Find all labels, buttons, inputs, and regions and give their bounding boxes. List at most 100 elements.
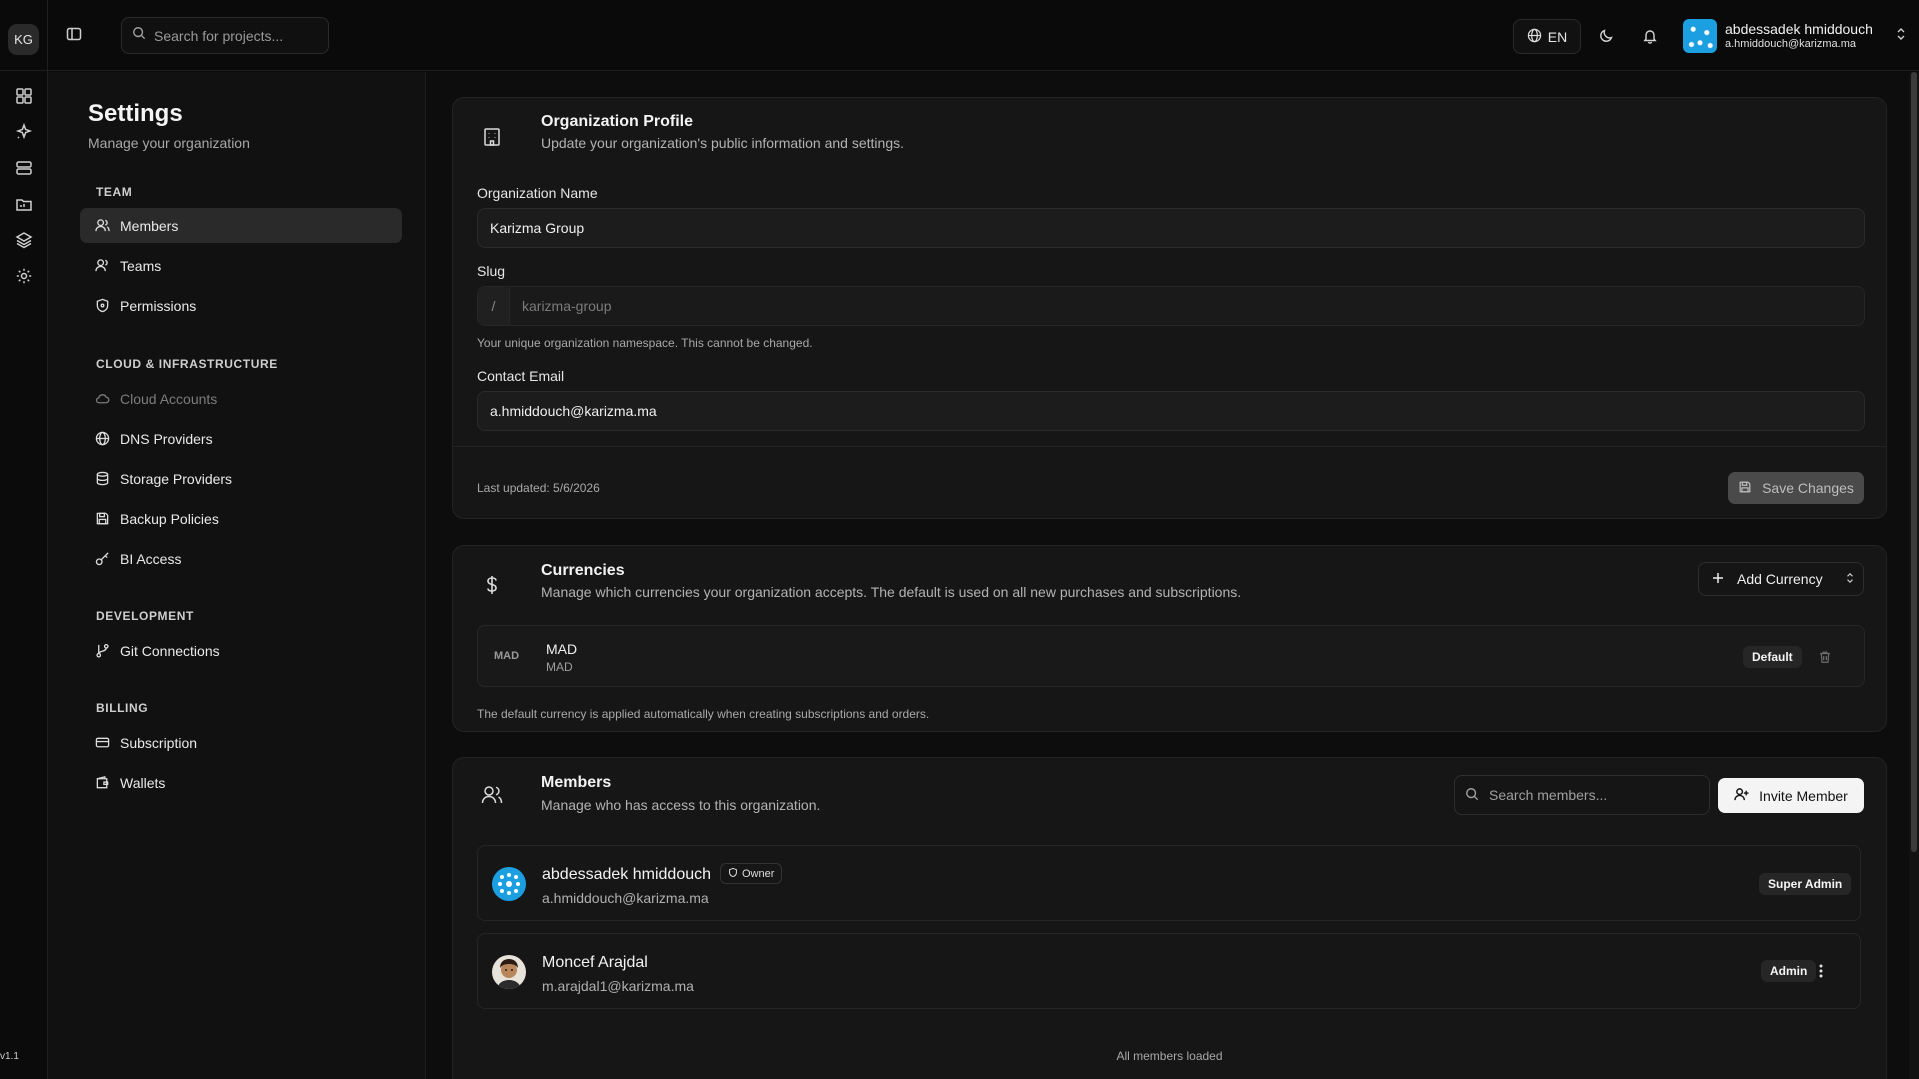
invite-member-button[interactable]: Invite Member <box>1718 778 1864 813</box>
last-updated-text: Last updated: 5/6/2026 <box>477 481 600 495</box>
credit-card-icon <box>94 735 110 751</box>
bell-icon[interactable] <box>1638 24 1662 48</box>
sidebar-item-backup-policies[interactable]: Backup Policies <box>80 501 402 536</box>
save-changes-button[interactable]: Save Changes <box>1728 472 1864 504</box>
settings-subtitle: Manage your organization <box>88 135 250 151</box>
settings-title: Settings <box>88 100 183 127</box>
search-placeholder: Search members... <box>1489 787 1608 803</box>
wallet-icon <box>94 775 110 791</box>
search-icon <box>1465 787 1479 804</box>
sidebar-item-cloud-accounts[interactable]: Cloud Accounts <box>80 381 402 416</box>
currencies-note: The default currency is applied automati… <box>477 707 930 721</box>
member-name: abdessadek hmiddouch <box>542 866 712 883</box>
database-icon <box>94 471 110 487</box>
layers-icon[interactable] <box>13 229 35 251</box>
sidebar-item-subscription[interactable]: Subscription <box>80 725 402 760</box>
language-label: EN <box>1547 28 1568 45</box>
organization-name-input[interactable]: Karizma Group <box>477 208 1865 248</box>
dollar-icon <box>479 572 505 598</box>
list-item: MAD MAD MAD Default <box>477 625 1865 687</box>
save-changes-label: Save Changes <box>1762 480 1854 496</box>
sidebar-item-wallets[interactable]: Wallets <box>80 765 402 800</box>
card-title: Organization Profile <box>541 113 694 130</box>
org-logo[interactable]: KG <box>8 24 39 55</box>
sidebar-item-members[interactable]: Members <box>80 208 402 243</box>
user-menu[interactable]: abdessadek hmiddouch a.hmiddouch@karizma… <box>1683 16 1908 56</box>
avatar <box>492 955 526 989</box>
key-icon <box>94 551 110 567</box>
shield-icon <box>728 867 738 881</box>
members-footer-text: All members loaded <box>1116 1049 1223 1063</box>
sidebar-item-label: Teams <box>120 257 162 274</box>
settings-sidebar: Settings Manage your organization TEAM M… <box>48 72 426 1079</box>
users-icon <box>479 782 505 808</box>
building-icon <box>479 124 505 150</box>
moon-icon[interactable] <box>1594 24 1618 48</box>
card-title: Currencies <box>541 562 625 579</box>
members-card: Members Manage who has access to this or… <box>452 757 1887 1079</box>
add-currency-label: Add Currency <box>1737 571 1823 587</box>
sidebar-item-label: Cloud Accounts <box>120 390 218 407</box>
card-description: Manage who has access to this organizati… <box>541 797 821 813</box>
slug-prefix: / <box>478 287 510 325</box>
currency-subtitle: MAD <box>546 660 573 674</box>
globe-icon <box>94 431 110 447</box>
server-icon[interactable] <box>13 157 35 179</box>
sidebar-item-label: Members <box>120 217 179 234</box>
version-label: v1.1 <box>0 1051 19 1062</box>
default-badge: Default <box>1743 646 1802 668</box>
sidebar-item-bi-access[interactable]: BI Access <box>80 541 402 576</box>
globe-icon <box>1527 28 1542 46</box>
owner-badge-label: Owner <box>742 867 775 880</box>
member-search-input[interactable]: Search members... <box>1454 775 1710 815</box>
contact-email-label: Contact Email <box>477 368 565 384</box>
scrollbar-thumb[interactable] <box>1911 72 1917 852</box>
card-footer: Last updated: 5/6/2026 Save Changes <box>453 446 1886 519</box>
sidebar-toggle-icon[interactable] <box>64 24 84 44</box>
contact-email-input[interactable]: a.hmiddouch@karizma.ma <box>477 391 1865 431</box>
card-description: Update your organization's public inform… <box>541 135 904 151</box>
card-description: Manage which currencies your organizatio… <box>541 584 1242 600</box>
sidebar-item-storage-providers[interactable]: Storage Providers <box>80 461 402 496</box>
section-development: DEVELOPMENT <box>96 609 194 623</box>
table-row: Moncef Arajdal m.arajdal1@karizma.ma Adm… <box>477 933 1861 1009</box>
project-search-input[interactable]: Search for projects... <box>121 17 329 54</box>
main-scrollbar[interactable] <box>1909 72 1919 1079</box>
sidebar-item-label: BI Access <box>120 550 182 567</box>
search-icon <box>132 26 146 45</box>
user-avatar <box>1683 19 1717 53</box>
sidebar-item-label: Backup Policies <box>120 510 219 527</box>
gear-icon[interactable] <box>13 265 35 287</box>
sidebar-item-label: Subscription <box>120 734 198 751</box>
currency-code: MAD <box>494 650 520 662</box>
organization-name-label: Organization Name <box>477 185 598 201</box>
member-email: a.hmiddouch@karizma.ma <box>542 890 709 906</box>
more-vertical-icon[interactable] <box>1812 962 1830 980</box>
sparkle-icon[interactable] <box>13 121 35 143</box>
app-root: KG Search for projects... EN abdessadek … <box>0 0 1919 1079</box>
section-cloud: CLOUD & INFRASTRUCTURE <box>96 357 278 371</box>
sidebar-item-git-connections[interactable]: Git Connections <box>80 633 402 668</box>
dashboard-icon[interactable] <box>13 85 35 107</box>
folder-icon[interactable] <box>13 193 35 215</box>
slug-label: Slug <box>477 263 506 279</box>
currency-name: MAD <box>546 641 578 657</box>
user-icon <box>94 218 110 234</box>
slug-hint: Your unique organization namespace. This… <box>477 336 813 350</box>
chevron-up-down-icon <box>1845 571 1855 588</box>
sidebar-item-dns-providers[interactable]: DNS Providers <box>80 421 402 456</box>
language-selector[interactable]: EN <box>1513 19 1581 54</box>
search-placeholder: Search for projects... <box>154 27 284 44</box>
add-currency-button[interactable]: Add Currency <box>1698 562 1864 596</box>
user-plus-icon <box>1734 787 1749 805</box>
avatar <box>492 867 526 901</box>
sidebar-item-permissions[interactable]: Permissions <box>80 288 402 323</box>
git-branch-icon <box>94 643 110 659</box>
sidebar-item-label: Storage Providers <box>120 470 233 487</box>
section-team: TEAM <box>96 185 133 199</box>
sidebar-item-label: Git Connections <box>120 642 220 659</box>
sidebar-item-teams[interactable]: Teams <box>80 248 402 283</box>
trash-icon[interactable] <box>1816 648 1834 666</box>
member-email: m.arajdal1@karizma.ma <box>542 978 694 994</box>
sidebar-item-label: Wallets <box>120 774 166 791</box>
